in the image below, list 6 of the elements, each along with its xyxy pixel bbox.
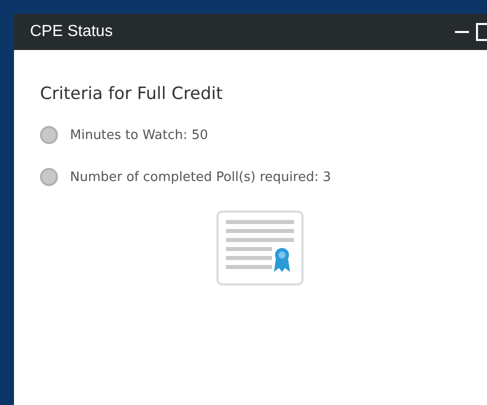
certificate-icon <box>216 210 304 286</box>
criteria-heading: Criteria for Full Credit <box>40 84 224 104</box>
minimize-icon <box>455 31 469 33</box>
criterion-label: Minutes to Watch: 50 <box>70 128 208 142</box>
criterion-label: Number of completed Poll(s) required: 3 <box>70 170 331 184</box>
window-title: CPE Status <box>30 23 113 41</box>
